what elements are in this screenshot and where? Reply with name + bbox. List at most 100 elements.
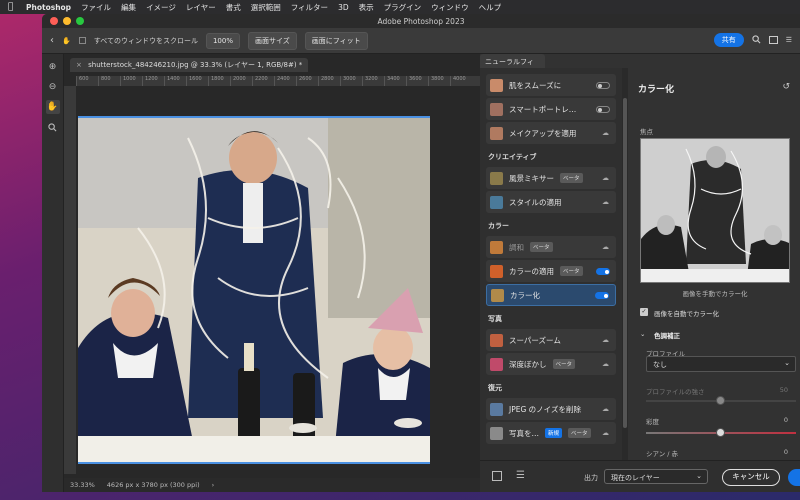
ruler-tick: 2800 <box>318 76 340 86</box>
output-label: 出力 <box>584 474 598 482</box>
scrollbar-thumb[interactable] <box>623 98 627 428</box>
filter-thumbnail-icon <box>490 402 503 416</box>
filter-badge: ベータ <box>552 359 576 369</box>
menu-help[interactable]: ヘルプ <box>479 2 502 13</box>
filter-toggle[interactable] <box>596 81 610 89</box>
cloud-download-icon[interactable]: ☁ <box>602 129 609 137</box>
output-dropdown[interactable]: 現在のレイヤー ⌄ <box>604 469 708 484</box>
zoom-tool-icon[interactable] <box>46 120 60 134</box>
status-zoom[interactable]: 33.33% <box>70 481 95 489</box>
minimize-window-button[interactable] <box>63 17 71 25</box>
menu-3d[interactable]: 3D <box>338 3 349 12</box>
filter-item-label: 調和 <box>509 242 524 252</box>
menu-view[interactable]: 表示 <box>359 2 374 13</box>
focal-preview[interactable] <box>640 138 790 283</box>
menu-select[interactable]: 選択範囲 <box>251 2 281 13</box>
filter-section-title: カラー <box>488 222 509 230</box>
hand-icon[interactable]: ✋ <box>45 100 60 114</box>
preview-photo <box>641 139 789 282</box>
reset-icon[interactable]: ↺ <box>782 82 790 92</box>
layers-icon[interactable]: ☰ <box>516 470 525 481</box>
menu-plugins[interactable]: プラグイン <box>384 2 422 13</box>
cloud-download-icon[interactable]: ☁ <box>602 198 609 206</box>
image-canvas[interactable] <box>78 116 430 464</box>
ruler-tick: 600 <box>76 76 98 86</box>
neural-filter-list: 肌をスムーズに スマートポートレ… メイクアップを適用 ☁ クリエイティブ 風景ミキサーベ… <box>480 68 622 460</box>
auto-colorize-checkbox[interactable]: ✓ <box>640 308 648 316</box>
filter-item[interactable]: JPEG のノイズを削除 ☁ <box>486 398 616 420</box>
filter-item[interactable]: カラー化 <box>486 284 616 306</box>
ruler-tick: 3000 <box>340 76 362 86</box>
filter-toggle[interactable] <box>595 291 609 299</box>
zoom-in-icon[interactable]: ⊕ <box>46 60 60 74</box>
zoom-window-button[interactable] <box>76 17 84 25</box>
apple-icon[interactable]:  <box>8 2 16 12</box>
photoshop-window: Adobe Photoshop 2023 ‹ ✋ すべてのウィンドウをスクロール… <box>42 14 800 492</box>
filter-badge: 新規 <box>545 428 563 438</box>
filter-toggle[interactable] <box>596 267 610 275</box>
document-tab[interactable]: × shutterstock_484246210.jpg @ 33.3% (レイ… <box>70 58 309 72</box>
share-button[interactable]: 共有 <box>713 33 744 47</box>
filter-item[interactable]: メイクアップを適用 ☁ <box>486 122 616 144</box>
cloud-download-icon[interactable]: ☁ <box>602 360 609 368</box>
tone-section-label[interactable]: 色調補正 <box>654 330 680 340</box>
filter-item[interactable]: スマートポートレ… <box>486 98 616 120</box>
menu-edit[interactable]: 編集 <box>121 2 136 13</box>
search-icon[interactable] <box>752 34 761 46</box>
ruler-tick: 1200 <box>142 76 164 86</box>
filter-list-scrollbar[interactable] <box>622 68 628 460</box>
filter-item[interactable]: 肌をスムーズに <box>486 74 616 96</box>
filter-item[interactable]: 写真を… 新規 ベータ ☁ <box>486 422 616 444</box>
zoom-100-button[interactable]: 100% <box>205 32 240 49</box>
panel-menu-icon[interactable]: ☰ <box>786 36 792 44</box>
zoom-out-icon[interactable]: ⊖ <box>46 80 60 94</box>
menu-filter[interactable]: フィルター <box>291 2 328 13</box>
menu-photoshop[interactable]: Photoshop <box>26 3 71 12</box>
filter-item[interactable]: 調和 ベータ ☁ <box>486 236 616 258</box>
profile-strength-slider[interactable] <box>646 396 796 405</box>
filter-item[interactable]: スタイルの適用 ☁ <box>486 191 616 213</box>
filter-item-label: スマートポートレ… <box>509 104 577 114</box>
fit-screen-button[interactable]: 画面サイズ <box>247 31 297 50</box>
tone-section-chevron-icon[interactable]: ⌄ <box>640 330 645 338</box>
document-area: × shutterstock_484246210.jpg @ 33.3% (レイ… <box>64 54 480 492</box>
menu-window[interactable]: ウィンドウ <box>431 2 469 13</box>
menu-type[interactable]: 書式 <box>226 2 241 13</box>
cloud-download-icon[interactable]: ☁ <box>602 243 609 251</box>
fill-screen-button[interactable]: 画面にフィット <box>304 31 368 50</box>
status-chevron-icon[interactable]: › <box>212 481 215 489</box>
filter-item[interactable]: スーパーズーム ☁ <box>486 329 616 351</box>
cloud-download-icon[interactable]: ☁ <box>602 429 609 437</box>
workspace-icon[interactable] <box>768 36 778 44</box>
auto-colorize-label: 画像を自動でカラー化 <box>654 310 719 318</box>
tab-neural-filters[interactable]: ニューラルフィルター <box>480 54 545 76</box>
filter-badge: ベータ <box>560 266 583 276</box>
cancel-button[interactable]: キャンセル <box>722 469 780 486</box>
cloud-download-icon[interactable]: ☁ <box>602 405 609 413</box>
filter-item[interactable]: 風景ミキサー ベータ ☁ <box>486 167 616 189</box>
filter-thumbnail-icon <box>490 426 503 440</box>
profile-dropdown[interactable]: なし ⌄ <box>646 356 796 372</box>
menu-image[interactable]: イメージ <box>146 2 176 13</box>
filter-thumbnail-icon <box>490 357 503 371</box>
scroll-all-checkbox[interactable] <box>78 37 86 44</box>
cloud-download-icon[interactable]: ☁ <box>602 174 609 182</box>
ruler-tick: 3800 <box>428 76 450 86</box>
filter-item[interactable]: カラーの適用 ベータ <box>486 260 616 282</box>
close-window-button[interactable] <box>50 17 58 25</box>
back-icon[interactable]: ‹ <box>50 35 54 46</box>
profile-strength-knob[interactable] <box>716 396 725 405</box>
saturation-slider[interactable] <box>646 428 796 437</box>
ruler-tick: 1800 <box>208 76 230 86</box>
ok-button[interactable]: OK <box>788 469 800 486</box>
saturation-knob[interactable] <box>716 428 725 437</box>
compare-icon[interactable] <box>492 471 502 481</box>
hand-tool-icon[interactable]: ✋ <box>62 37 71 45</box>
menu-file[interactable]: ファイル <box>81 2 111 13</box>
menu-layer[interactable]: レイヤー <box>186 2 216 13</box>
cloud-download-icon[interactable]: ☁ <box>602 336 609 344</box>
status-bar: 33.33% 4626 px x 3780 px (300 ppi) › <box>64 478 480 492</box>
filter-item[interactable]: 深度ぼかし ベータ ☁ <box>486 353 616 375</box>
close-tab-icon[interactable]: × <box>76 61 82 69</box>
filter-toggle[interactable] <box>596 105 610 113</box>
